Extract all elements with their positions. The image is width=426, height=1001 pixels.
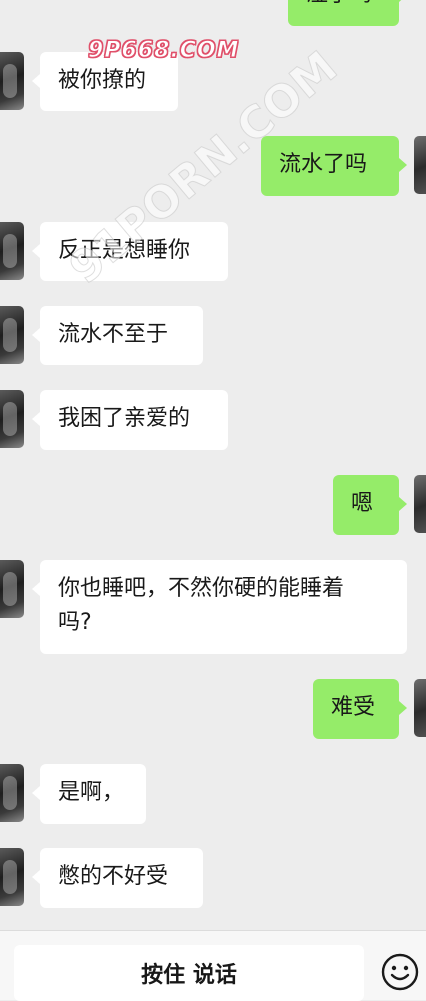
message-bubble[interactable]: 流水不至于 xyxy=(32,306,203,365)
avatar[interactable] xyxy=(414,679,426,737)
avatar[interactable] xyxy=(0,560,24,618)
message-bubble[interactable]: 你也睡吧，不然你硬的能睡着 吗? xyxy=(32,560,407,654)
message-bubble[interactable]: 是啊， xyxy=(32,764,146,824)
message-bubble[interactable]: 被你撩的 xyxy=(32,52,178,111)
message-bubble[interactable]: 湿了吗 xyxy=(288,0,407,26)
avatar[interactable] xyxy=(414,136,426,194)
hold-to-talk-button[interactable]: 按住 说话 xyxy=(14,945,364,1001)
avatar[interactable] xyxy=(0,848,24,906)
message-bubble[interactable]: 憋的不好受 xyxy=(32,848,203,908)
avatar[interactable] xyxy=(0,52,24,110)
message-bubble[interactable]: 反正是想睡你 xyxy=(32,222,228,281)
message-bubble[interactable]: 我困了亲爱的 xyxy=(32,390,228,450)
avatar[interactable] xyxy=(0,764,24,822)
message-bubble[interactable]: 难受 xyxy=(313,679,407,739)
avatar[interactable] xyxy=(0,390,24,448)
message-bubble[interactable]: 流水了吗 xyxy=(261,136,407,196)
avatar[interactable] xyxy=(0,222,24,280)
smiley-face-icon[interactable] xyxy=(381,953,419,991)
chat-input-bar: 按住 说话 xyxy=(0,930,426,1001)
avatar[interactable] xyxy=(414,475,426,533)
avatar[interactable] xyxy=(0,306,24,364)
chat-message-list[interactable]: 湿了吗 被你撩的 流水了吗 反正是想睡你 流水不至于 我困了亲爱的 嗯 你也睡吧… xyxy=(0,0,426,930)
message-bubble[interactable]: 嗯 xyxy=(333,475,407,535)
